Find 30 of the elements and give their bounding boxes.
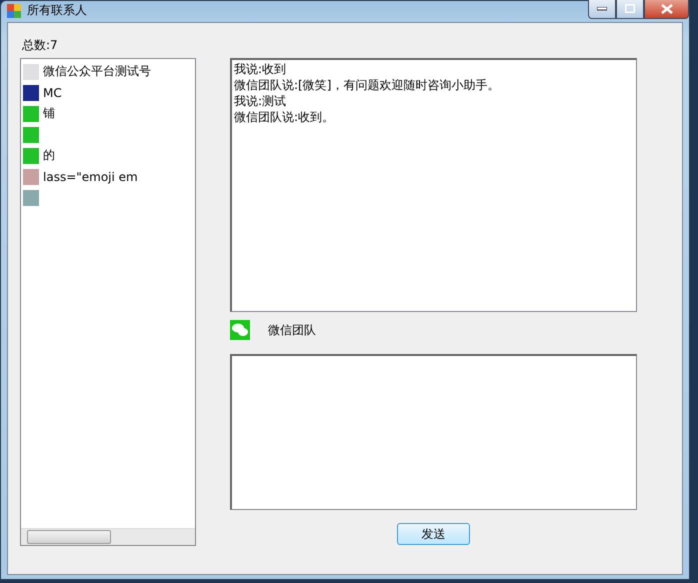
chat-message: 我说:收到 [234,61,288,77]
contact-name: 微信团队 [268,322,316,338]
chat-message: 微信团队说:[微笑]，有问题欢迎随时咨询小助手。 [234,77,500,93]
chat-bubbles-icon [230,320,250,340]
send-button[interactable]: 发送 [397,523,470,545]
avatar-icon [23,190,39,206]
maximize-button[interactable] [616,0,644,18]
avatar-icon [23,84,39,100]
total-count: 总数:7 [22,37,59,54]
horizontal-scrollbar[interactable] [21,528,195,545]
maximize-icon [625,4,635,13]
minimize-icon [597,6,607,10]
avatar-icon [23,64,39,80]
contact-item[interactable]: 铺 [23,103,193,124]
close-button[interactable] [644,0,689,18]
message-input[interactable] [230,354,637,510]
close-icon [660,4,672,14]
contact-item[interactable]: MC [23,82,193,103]
avatar-icon [23,168,39,184]
contact-item[interactable]: lass="emoji em [23,166,193,187]
window-title: 所有联系人 [27,2,88,19]
contact-item[interactable]: 微信公众平台测试号 [23,61,193,82]
app-icon [7,4,21,18]
avatar-icon [23,148,39,164]
avatar-icon [23,106,39,122]
chat-message: 微信团队说:收到。 [234,109,336,125]
chat-message: 我说:测试 [234,93,288,109]
avatar-icon [23,126,39,142]
contact-item[interactable]: 的 [23,145,193,166]
minimize-button[interactable] [588,0,616,18]
